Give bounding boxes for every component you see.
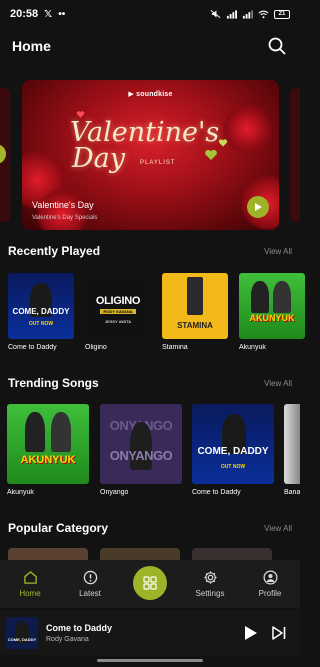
banner-play-button[interactable] xyxy=(247,196,269,218)
category-card[interactable] xyxy=(192,548,272,560)
hero-banner[interactable]: ▶ soundkise Valentine's Day PLAYLIST Val… xyxy=(22,80,279,230)
nav-settings[interactable]: Settings xyxy=(180,560,240,598)
trending-songs-header: Trending Songs View All xyxy=(8,374,292,392)
now-playing-cover: COME, DADDY xyxy=(6,616,38,649)
song-title: Akunyuk xyxy=(7,489,34,496)
nav-home[interactable]: Home xyxy=(0,560,60,598)
recently-played-header: Recently Played View All xyxy=(8,242,292,260)
section-title: Trending Songs xyxy=(8,376,99,390)
popular-category-header: Popular Category View All xyxy=(8,519,292,537)
recently-played-list: COME, DADDY OUT NOW Come to Daddy OLIGIN… xyxy=(0,273,305,355)
play-icon xyxy=(255,203,262,211)
banner-title: Valentine's Day xyxy=(32,200,94,210)
song-card[interactable]: COME, DADDY OUT NOW Come to Daddy xyxy=(8,273,74,351)
home-indicator xyxy=(97,659,203,662)
signal-icon xyxy=(226,10,237,19)
browse-button[interactable] xyxy=(133,566,167,600)
album-cover: AKUNYUK xyxy=(7,404,89,484)
banner-playlist-label: PLAYLIST xyxy=(140,160,176,166)
battery-icon: 21 xyxy=(274,9,290,19)
song-card[interactable]: OLIGINO RODY GAVANA JESSY AWITA Oligino xyxy=(85,273,151,351)
nav-label: Profile xyxy=(258,589,282,598)
search-button[interactable] xyxy=(266,35,288,57)
brand-logo: ▶ soundkise xyxy=(128,91,173,98)
album-cover xyxy=(284,404,300,484)
page-title: Home xyxy=(12,38,51,54)
heart-icon-2 xyxy=(218,139,228,147)
song-title: Come to Daddy xyxy=(8,344,57,351)
nav-latest[interactable]: Latest xyxy=(60,560,120,598)
now-playing-title: Come to Daddy xyxy=(46,622,113,633)
status-time: 20:58 xyxy=(10,8,39,20)
view-all-link[interactable]: View All xyxy=(264,379,292,388)
status-bar: 20:58 𝕏 •• 21 xyxy=(0,0,300,28)
skip-next-icon[interactable] xyxy=(272,625,286,640)
view-all-link[interactable]: View All xyxy=(264,247,292,256)
more-dots-icon: •• xyxy=(58,8,66,20)
album-cover: STAMINA xyxy=(162,273,228,339)
song-card[interactable]: STAMINA Stamina xyxy=(162,273,228,351)
album-cover: ONYANGO ONYANGO xyxy=(100,404,182,484)
home-icon xyxy=(23,570,37,584)
app-header: Home xyxy=(0,32,300,60)
song-title: Bana xyxy=(284,489,300,496)
bottom-navigation: Home Latest Settings Profile xyxy=(0,560,300,608)
song-card[interactable]: ONYANGO ONYANGO Onyango xyxy=(100,404,182,496)
heart-icon-3 xyxy=(76,111,85,118)
trending-songs-list: AKUNYUK Akunyuk ONYANGO ONYANGO Onyango … xyxy=(0,404,300,500)
mute-icon xyxy=(210,9,221,19)
next-banner-peek[interactable] xyxy=(290,88,300,222)
category-card[interactable] xyxy=(100,548,180,560)
song-card[interactable]: COME, DADDY OUT NOW Come to Daddy xyxy=(192,404,274,496)
play-icon[interactable] xyxy=(244,625,258,641)
wifi-icon xyxy=(258,10,269,19)
song-card[interactable]: Bana xyxy=(284,404,300,496)
song-title: Stamina xyxy=(162,344,188,351)
nav-label: Latest xyxy=(79,589,101,598)
song-title: Akunyuk xyxy=(239,344,266,351)
now-playing-artist: Rody Gavana xyxy=(46,635,89,643)
song-card[interactable]: AKUNYUK Akunyuk xyxy=(239,273,305,351)
song-card[interactable]: AKUNYUK Akunyuk xyxy=(7,404,89,496)
view-all-link[interactable]: View All xyxy=(264,524,292,533)
mini-player[interactable]: COME, DADDY Come to Daddy Rody Gavana xyxy=(0,610,300,655)
heart-icon xyxy=(205,149,217,160)
signal-icon-2 xyxy=(242,10,253,19)
album-cover: COME, DADDY OUT NOW xyxy=(192,404,274,484)
song-title: Oligino xyxy=(85,344,107,351)
section-title: Popular Category xyxy=(8,521,109,535)
user-icon xyxy=(263,570,277,584)
section-title: Recently Played xyxy=(8,244,101,258)
album-cover: COME, DADDY OUT NOW xyxy=(8,273,74,339)
nav-label: Home xyxy=(19,589,41,598)
song-title: Onyango xyxy=(100,489,129,496)
alert-circle-icon xyxy=(83,570,97,584)
x-logo-icon: 𝕏 xyxy=(44,8,53,20)
nav-profile[interactable]: Profile xyxy=(240,560,300,598)
hero-carousel[interactable]: ▶ soundkise Valentine's Day PLAYLIST Val… xyxy=(0,80,300,230)
album-cover: AKUNYUK xyxy=(239,273,305,339)
category-card[interactable] xyxy=(8,548,88,560)
search-icon xyxy=(268,37,286,55)
grid-icon xyxy=(143,576,157,590)
previous-banner-peek[interactable] xyxy=(0,88,10,222)
nav-label: Settings xyxy=(195,589,225,598)
banner-subtitle: Valentine's Day Specials xyxy=(32,215,98,221)
song-title: Come to Daddy xyxy=(192,489,241,496)
album-cover: OLIGINO RODY GAVANA JESSY AWITA xyxy=(85,273,151,339)
gear-icon xyxy=(203,570,217,584)
